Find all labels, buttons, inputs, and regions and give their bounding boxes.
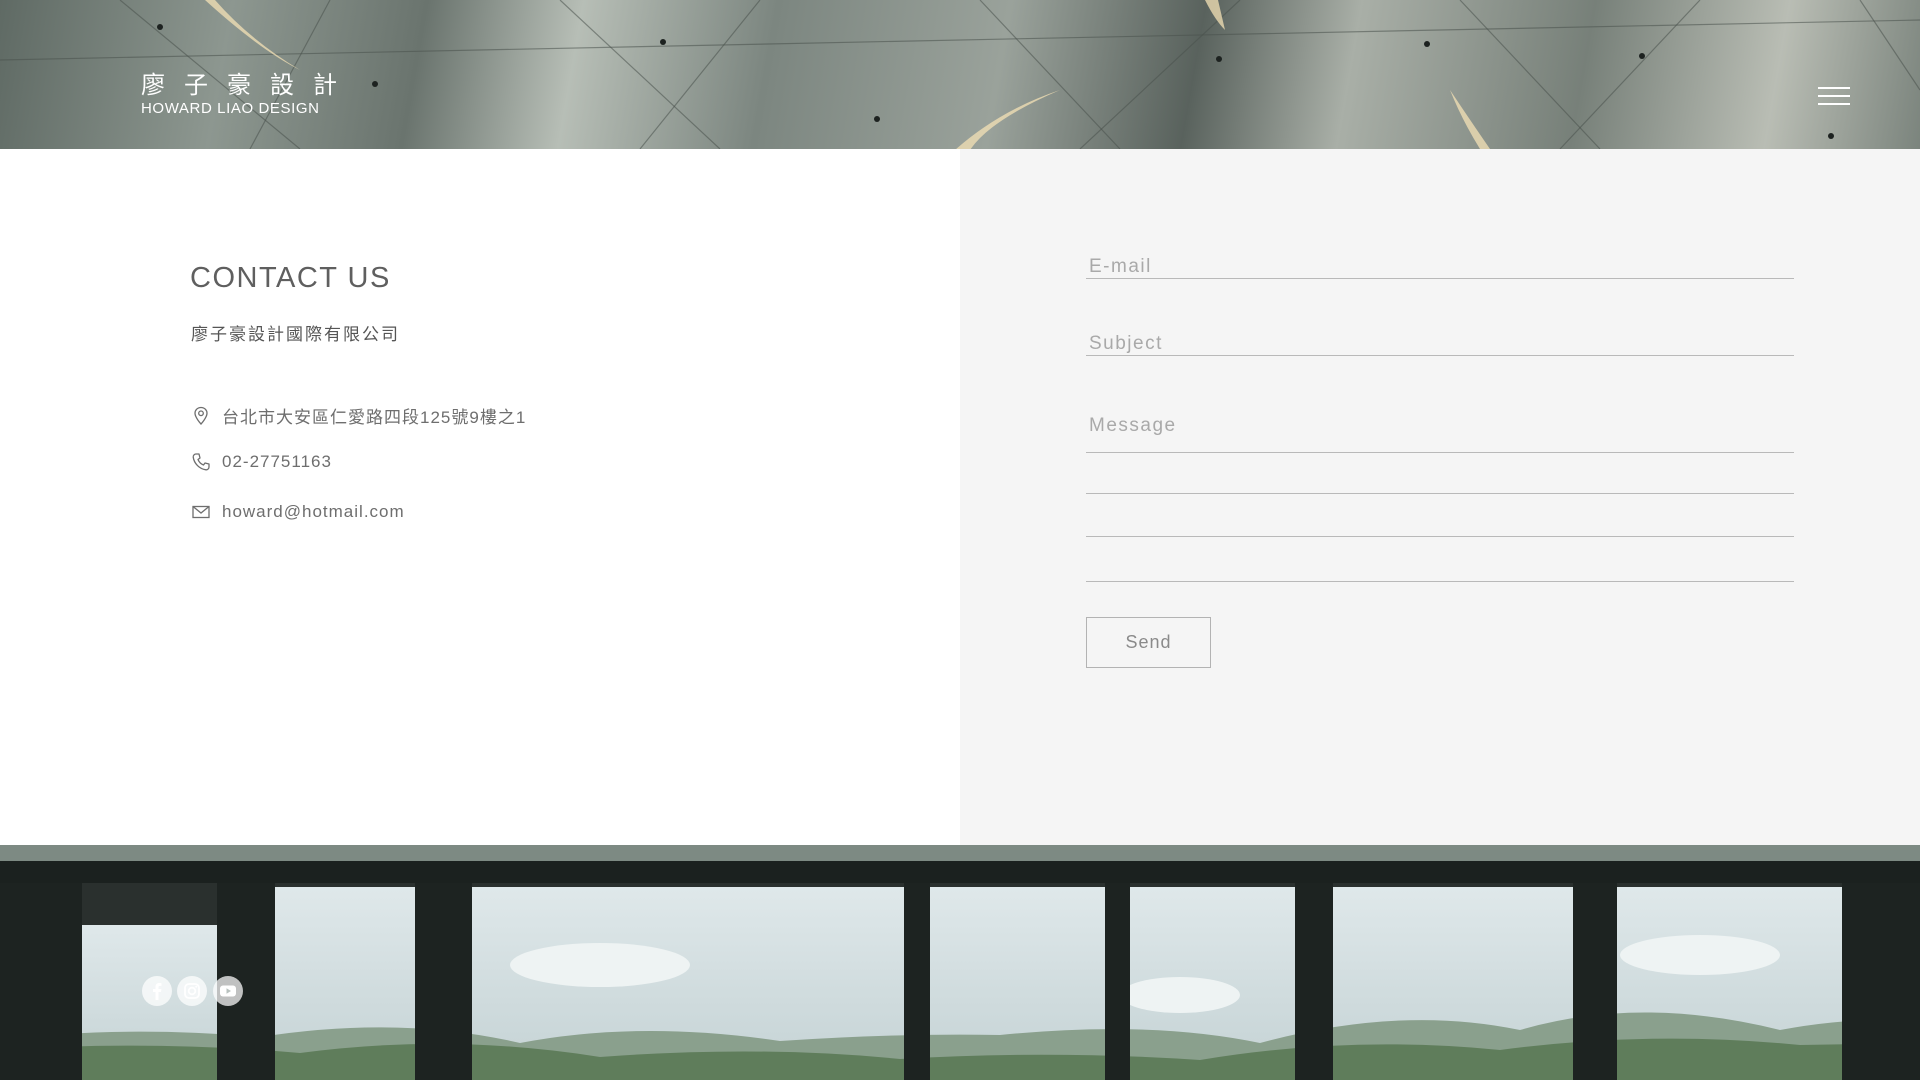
logo-chinese: 廖子豪設計 bbox=[141, 72, 356, 99]
send-button[interactable]: Send bbox=[1086, 617, 1211, 668]
phone-number[interactable]: 02-27751163 bbox=[222, 452, 332, 472]
message-field-wrapper bbox=[1086, 415, 1800, 442]
subject-field[interactable] bbox=[1086, 333, 1800, 355]
header-banner: 廖子豪設計 HOWARD LIAO DESIGN bbox=[0, 0, 1920, 149]
address-row: 台北市大安區仁愛路四段125號9樓之1 bbox=[191, 403, 526, 428]
youtube-icon[interactable] bbox=[213, 976, 243, 1006]
message-line bbox=[1086, 536, 1794, 537]
subject-field-wrapper bbox=[1086, 333, 1800, 356]
page-title: CONTACT US bbox=[190, 262, 391, 294]
email-link[interactable]: howard@hotmail.com bbox=[222, 502, 405, 522]
footer-banner bbox=[0, 845, 1920, 1080]
logo-english: HOWARD LIAO DESIGN bbox=[141, 100, 320, 117]
message-field[interactable] bbox=[1086, 415, 1800, 437]
instagram-icon[interactable] bbox=[177, 976, 207, 1006]
address-text: 台北市大安區仁愛路四段125號9樓之1 bbox=[222, 408, 527, 427]
message-line bbox=[1086, 493, 1794, 494]
mail-icon bbox=[192, 505, 210, 519]
message-line bbox=[1086, 452, 1794, 453]
facebook-icon[interactable] bbox=[142, 976, 172, 1006]
contact-info-panel bbox=[0, 149, 960, 845]
brand-logo[interactable]: 廖子豪設計 HOWARD LIAO DESIGN bbox=[141, 72, 356, 118]
map-pin-icon bbox=[194, 406, 208, 425]
message-line bbox=[1086, 581, 1794, 582]
phone-icon bbox=[192, 453, 210, 471]
window-landscape-image bbox=[0, 845, 1920, 1080]
hamburger-menu-icon[interactable] bbox=[1818, 87, 1850, 105]
phone-row: 02-27751163 bbox=[191, 452, 332, 472]
email-row: howard@hotmail.com bbox=[191, 502, 405, 522]
contact-form-panel bbox=[960, 149, 1920, 845]
email-field[interactable] bbox=[1086, 256, 1800, 278]
email-field-wrapper bbox=[1086, 256, 1800, 279]
company-name: 廖子豪設計國際有限公司 bbox=[191, 325, 400, 344]
